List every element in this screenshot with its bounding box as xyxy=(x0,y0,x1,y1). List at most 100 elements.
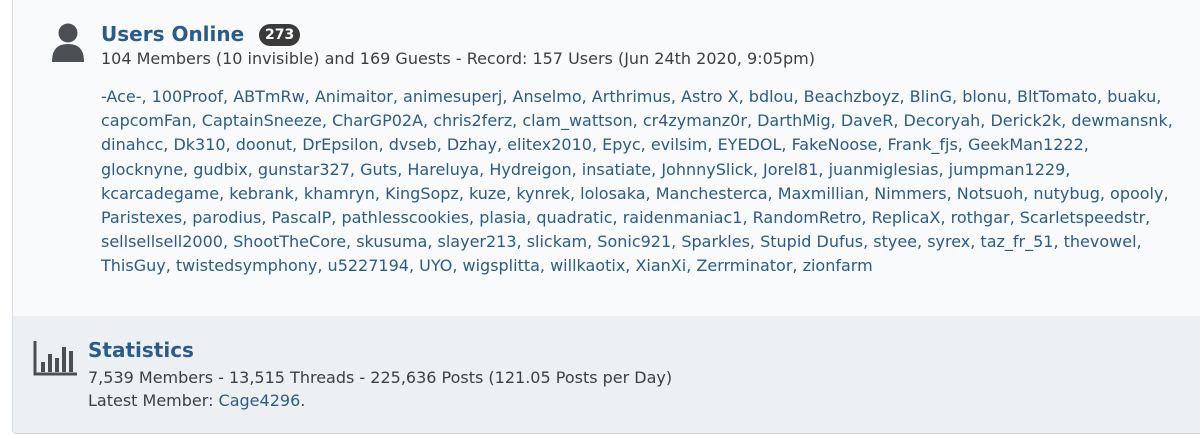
member-link[interactable]: Astro X xyxy=(681,87,739,106)
member-link[interactable]: glocknyne xyxy=(101,160,183,179)
member-link[interactable]: kuze xyxy=(469,184,506,203)
member-link[interactable]: taz_fr_51 xyxy=(980,232,1053,251)
member-link[interactable]: u5227194 xyxy=(328,256,409,275)
member-link[interactable]: plasia xyxy=(479,208,526,227)
member-link[interactable]: Notsuoh xyxy=(957,184,1023,203)
member-link[interactable]: GeekMan1222 xyxy=(968,135,1084,154)
member-link[interactable]: kebrank xyxy=(229,184,293,203)
member-link[interactable]: kynrek xyxy=(516,184,570,203)
member-link[interactable]: styee xyxy=(873,232,917,251)
member-link[interactable]: Jorel81 xyxy=(763,160,818,179)
member-link[interactable]: raidenmaniac1 xyxy=(623,208,743,227)
member-link[interactable]: Scarletspeedstr xyxy=(1020,208,1145,227)
member-link[interactable]: XianXi xyxy=(635,256,686,275)
member-link[interactable]: parodius xyxy=(192,208,261,227)
online-count-badge: 273 xyxy=(259,24,301,46)
member-link[interactable]: JohnnySlick xyxy=(661,160,753,179)
member-link[interactable]: Stupid Dufus xyxy=(760,232,863,251)
member-link[interactable]: lolosaka xyxy=(580,184,645,203)
member-link[interactable]: gunstar327 xyxy=(258,160,350,179)
member-link[interactable]: KingSopz xyxy=(385,184,459,203)
member-link[interactable]: slickam xyxy=(527,232,587,251)
member-link[interactable]: twistedsymphony xyxy=(176,256,318,275)
member-link[interactable]: skusuma xyxy=(356,232,427,251)
member-link[interactable]: Epyc xyxy=(602,135,641,154)
member-link[interactable]: UYO xyxy=(419,256,452,275)
member-link[interactable]: DaveR xyxy=(841,111,894,130)
member-link[interactable]: Nimmers xyxy=(874,184,946,203)
member-link[interactable]: Hydreigon xyxy=(489,160,571,179)
member-link[interactable]: DarthMig xyxy=(757,111,831,130)
member-link[interactable]: 100Proof xyxy=(152,87,223,106)
member-link[interactable]: clam_wattson xyxy=(522,111,632,130)
member-link[interactable]: CaptainSneeze xyxy=(202,111,322,130)
member-link[interactable]: Hareluya xyxy=(407,160,479,179)
member-link[interactable]: BltTomato xyxy=(1017,87,1097,106)
member-link[interactable]: Manchesterca xyxy=(656,184,768,203)
latest-member-label: Latest Member: xyxy=(88,391,214,410)
member-link[interactable]: slayer213 xyxy=(438,232,517,251)
member-link[interactable]: ABTmRw xyxy=(233,87,304,106)
latest-member-link[interactable]: Cage4296 xyxy=(219,391,301,410)
member-link[interactable]: BlinG xyxy=(910,87,952,106)
member-link[interactable]: sellsellsell2000 xyxy=(101,232,223,251)
member-link[interactable]: ReplicaX xyxy=(872,208,941,227)
member-link[interactable]: Sparkles xyxy=(681,232,750,251)
member-link[interactable]: ThisGuy xyxy=(101,256,166,275)
statistics-counts: 7,539 Members - 13,515 Threads - 225,636… xyxy=(88,368,673,387)
member-link[interactable]: elitex2010 xyxy=(507,135,592,154)
member-link[interactable]: -Ace- xyxy=(101,87,142,106)
member-link[interactable]: dvseb xyxy=(389,135,437,154)
member-link[interactable]: Arthrimus xyxy=(592,87,671,106)
member-link[interactable]: dinahcc xyxy=(101,135,163,154)
member-link[interactable]: Paristexes xyxy=(101,208,182,227)
member-link[interactable]: capcomFan xyxy=(101,111,192,130)
member-link[interactable]: wigsplitta xyxy=(463,256,540,275)
member-link[interactable]: quadratic xyxy=(536,208,612,227)
member-link[interactable]: jumpman1229 xyxy=(949,160,1066,179)
member-link[interactable]: gudbix xyxy=(193,160,248,179)
member-link[interactable]: Maxmillian xyxy=(778,184,864,203)
member-link[interactable]: FakeNoose xyxy=(792,135,878,154)
member-link[interactable]: willkaotix xyxy=(550,256,625,275)
member-link[interactable]: nutybug xyxy=(1033,184,1099,203)
member-link[interactable]: Sonic921 xyxy=(597,232,671,251)
member-link[interactable]: pathlesscookies xyxy=(341,208,469,227)
member-link[interactable]: dewmansnk xyxy=(1071,111,1167,130)
member-link[interactable]: cr4zymanz0r xyxy=(643,111,747,130)
member-link[interactable]: buaku xyxy=(1107,87,1156,106)
member-link[interactable]: syrex xyxy=(927,232,970,251)
member-link[interactable]: Frank_fjs xyxy=(888,135,958,154)
member-link[interactable]: juanmiglesias xyxy=(829,160,939,179)
member-link[interactable]: evilsim xyxy=(651,135,708,154)
member-link[interactable]: PascalP xyxy=(272,208,332,227)
member-link[interactable]: Anselmo xyxy=(513,87,582,106)
member-link[interactable]: animesuperj xyxy=(403,87,502,106)
member-link[interactable]: thevowel xyxy=(1064,232,1137,251)
member-link[interactable]: EYEDOL xyxy=(718,135,782,154)
member-link[interactable]: insatiate xyxy=(582,160,651,179)
member-link[interactable]: Animaitor xyxy=(315,87,393,106)
member-link[interactable]: doonut xyxy=(236,135,292,154)
member-link[interactable]: Zerrminator xyxy=(696,256,792,275)
member-link[interactable]: Derick2k xyxy=(990,111,1061,130)
member-link[interactable]: CharGP02A xyxy=(332,111,423,130)
member-link[interactable]: DrEpsilon xyxy=(302,135,378,154)
member-link[interactable]: chris2ferz xyxy=(433,111,512,130)
member-link[interactable]: blonu xyxy=(962,87,1007,106)
member-link[interactable]: ShootTheCore xyxy=(233,232,346,251)
member-link[interactable]: rothgar xyxy=(951,208,1010,227)
member-link[interactable]: Guts xyxy=(360,160,397,179)
member-link[interactable]: Dzhay xyxy=(447,135,497,154)
member-link[interactable]: Dk310 xyxy=(173,135,225,154)
member-link[interactable]: Decoryah xyxy=(904,111,981,130)
users-online-title[interactable]: Users Online xyxy=(101,21,244,47)
member-link[interactable]: zionfarm xyxy=(803,256,873,275)
member-link[interactable]: Beachzboyz xyxy=(804,87,900,106)
member-link[interactable]: kcarcadegame xyxy=(101,184,219,203)
bar-chart-icon xyxy=(33,337,79,377)
member-link[interactable]: RandomRetro xyxy=(753,208,862,227)
member-link[interactable]: khamryn xyxy=(304,184,375,203)
member-link[interactable]: opooly xyxy=(1110,184,1163,203)
member-link[interactable]: bdlou xyxy=(749,87,794,106)
